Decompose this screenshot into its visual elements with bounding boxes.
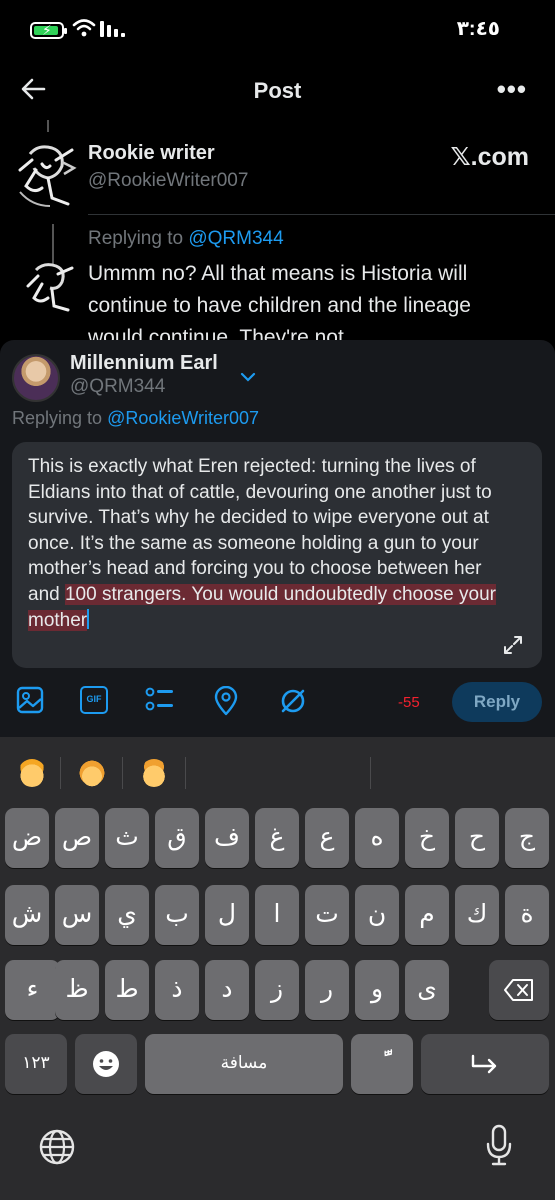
- original-post: Rookie writer @RookieWriter007 𝕏.com Rep…: [0, 120, 555, 342]
- key-ta[interactable]: ت: [305, 885, 349, 945]
- numbers-key[interactable]: ١٢٣: [5, 1034, 67, 1094]
- millennium-earl-avatar[interactable]: [12, 354, 60, 402]
- backspace-icon: [504, 979, 533, 1001]
- key-jim[interactable]: ج: [505, 808, 549, 868]
- reply-text-plain: This is exactly what Eren rejected: turn…: [28, 456, 492, 605]
- microphone-icon[interactable]: [486, 1124, 512, 1166]
- key-kaf[interactable]: ك: [455, 885, 499, 945]
- poll-icon[interactable]: [145, 686, 175, 714]
- rookie-writer-avatar-small[interactable]: [22, 258, 76, 314]
- key-dad[interactable]: ض: [5, 808, 49, 868]
- key-zay[interactable]: ز: [255, 960, 299, 1020]
- key-tha[interactable]: ث: [105, 808, 149, 868]
- suggestion-divider: [370, 757, 371, 789]
- wifi-icon: [72, 19, 96, 37]
- key-ayn[interactable]: ع: [305, 808, 349, 868]
- expand-icon[interactable]: [502, 634, 524, 656]
- text-caret: [87, 608, 90, 629]
- composer-toolbar: GIF -55 Reply: [0, 680, 555, 730]
- suggestion-divider: [122, 757, 123, 789]
- key-tta[interactable]: ط: [105, 960, 149, 1020]
- thread-line: [47, 120, 49, 132]
- status-bar: ⚡ ٣:٤٥: [0, 0, 555, 62]
- reply-text-content[interactable]: This is exactly what Eren rejected: turn…: [28, 454, 518, 633]
- emoji-smile-icon: [93, 1051, 119, 1077]
- diacritic-key[interactable]: ًّ: [351, 1034, 413, 1094]
- key-ha[interactable]: ه: [355, 808, 399, 868]
- key-mim[interactable]: م: [405, 885, 449, 945]
- key-za[interactable]: ظ: [55, 960, 99, 1020]
- replying-to-handle-link[interactable]: @RookieWriter007: [107, 408, 259, 428]
- original-author-handle[interactable]: @RookieWriter007: [88, 170, 248, 192]
- key-hha[interactable]: ح: [455, 808, 499, 868]
- emoji-woman-icon[interactable]: [78, 759, 106, 787]
- replying-to-line: Replying to @RookieWriter007: [12, 408, 259, 429]
- return-key[interactable]: [421, 1034, 549, 1094]
- key-dhal[interactable]: ذ: [155, 960, 199, 1020]
- post-header: Post •••: [0, 62, 555, 116]
- key-nun[interactable]: ن: [355, 885, 399, 945]
- emoji-key[interactable]: [75, 1034, 137, 1094]
- signal-icon: [100, 21, 125, 37]
- gif-icon[interactable]: GIF: [80, 686, 108, 714]
- key-shin[interactable]: ش: [5, 885, 49, 945]
- battery-icon: ⚡: [30, 22, 67, 39]
- key-ghayn[interactable]: غ: [255, 808, 299, 868]
- return-icon: [471, 1054, 497, 1074]
- circle-slash-icon[interactable]: [278, 686, 308, 716]
- emoji-man-icon[interactable]: [140, 759, 168, 787]
- key-ra[interactable]: ر: [305, 960, 349, 1020]
- key-ya[interactable]: ي: [105, 885, 149, 945]
- key-ta-marbuta[interactable]: ة: [505, 885, 549, 945]
- key-alif[interactable]: ا: [255, 885, 299, 945]
- location-icon[interactable]: [213, 686, 239, 716]
- composer-author-name: Millennium Earl: [70, 352, 218, 374]
- space-key[interactable]: مسافة: [145, 1034, 343, 1094]
- arabic-keyboard: ض ص ث ق ف غ ع ه خ ح ج ش س ي ب ل ا ت ن م …: [0, 737, 555, 1200]
- reply-text-selected: 100 strangers. You would undoubtedly cho…: [28, 583, 496, 631]
- key-fa[interactable]: ف: [205, 808, 249, 868]
- rookie-writer-avatar[interactable]: [12, 140, 78, 210]
- x-brand-logo: 𝕏.com: [450, 143, 530, 171]
- backspace-key[interactable]: [489, 960, 549, 1020]
- key-sad[interactable]: ص: [55, 808, 99, 868]
- suggestion-divider: [60, 757, 61, 789]
- character-count: -55: [398, 694, 420, 711]
- original-post-text: Ummm no? All that means is Historia will…: [88, 262, 471, 342]
- replying-to-label: Replying to: [88, 228, 189, 249]
- replying-to-label: Replying to: [12, 408, 108, 428]
- replying-to-line: Replying to @QRM344: [88, 228, 284, 250]
- key-hamza[interactable]: ء: [5, 960, 60, 1020]
- emoji-boy-icon[interactable]: [18, 759, 46, 787]
- emoji-suggestion-bar: [0, 737, 555, 805]
- key-sin[interactable]: س: [55, 885, 99, 945]
- image-icon[interactable]: [16, 686, 44, 714]
- page-title: Post: [253, 78, 302, 103]
- key-ba[interactable]: ب: [155, 885, 199, 945]
- key-lam[interactable]: ل: [205, 885, 249, 945]
- reply-button[interactable]: Reply: [452, 682, 542, 722]
- composer-author-handle: @QRM344: [70, 376, 166, 397]
- key-qaf[interactable]: ق: [155, 808, 199, 868]
- key-alif-maqsura[interactable]: ى: [405, 960, 449, 1020]
- replying-to-handle-link[interactable]: @QRM344: [188, 228, 283, 249]
- more-options-icon[interactable]: •••: [497, 74, 527, 105]
- divider: [88, 214, 555, 215]
- key-dal[interactable]: د: [205, 960, 249, 1020]
- reply-composer: Millennium Earl @QRM344 Replying to @Roo…: [0, 340, 555, 737]
- suggestion-divider: [185, 757, 186, 789]
- clock: ٣:٤٥: [456, 18, 500, 40]
- globe-icon[interactable]: [38, 1128, 76, 1166]
- key-kha[interactable]: خ: [405, 808, 449, 868]
- chevron-down-icon[interactable]: [240, 372, 256, 382]
- key-waw[interactable]: و: [355, 960, 399, 1020]
- original-author-name[interactable]: Rookie writer: [88, 142, 215, 165]
- reply-text-input[interactable]: This is exactly what Eren rejected: turn…: [12, 442, 542, 668]
